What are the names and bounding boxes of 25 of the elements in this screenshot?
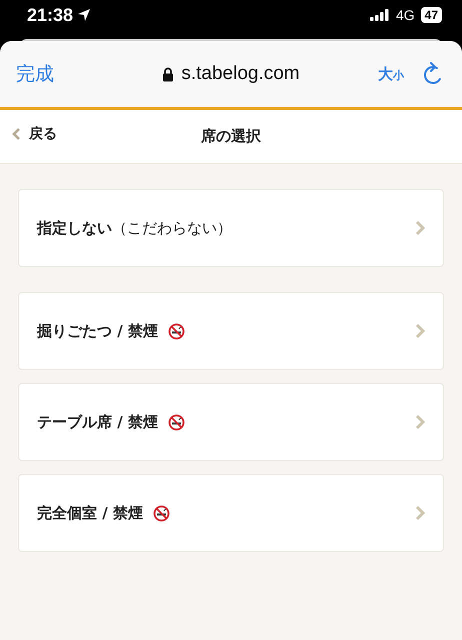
chevron-right-icon — [415, 414, 425, 430]
chevron-left-icon — [12, 127, 21, 141]
signal-icon — [370, 9, 390, 21]
battery-level: 47 — [420, 7, 442, 23]
seat-option-label: 掘りごたつ / 禁煙 — [37, 322, 158, 340]
seat-option[interactable]: 指定しない（こだわらない） — [18, 189, 444, 267]
seat-option[interactable]: テーブル席 / 禁煙 — [18, 383, 444, 461]
location-arrow-icon — [77, 8, 92, 22]
page-title: 席の選択 — [201, 127, 261, 146]
seat-option-label: 指定しない（こだわらない） — [37, 218, 232, 238]
chevron-right-icon — [415, 220, 425, 236]
seat-option-label: 完全個室 / 禁煙 — [37, 504, 143, 522]
done-button[interactable]: 完成 — [16, 61, 54, 87]
back-button[interactable]: 戻る — [12, 125, 57, 143]
reload-icon[interactable] — [422, 62, 444, 86]
chevron-right-icon — [415, 323, 425, 339]
url-text: s.tabelog.com — [181, 63, 300, 85]
clock-time: 21:38 — [27, 4, 74, 26]
network-type: 4G — [396, 7, 415, 23]
seat-option[interactable]: 完全個室 / 禁煙 — [18, 474, 444, 552]
lock-icon — [162, 66, 174, 82]
text-size-button[interactable]: 大小 — [378, 64, 404, 84]
chevron-right-icon — [415, 505, 425, 521]
seat-option-label: テーブル席 / 禁煙 — [37, 412, 158, 432]
seat-option[interactable]: 掘りごたつ / 禁煙 — [18, 292, 444, 370]
